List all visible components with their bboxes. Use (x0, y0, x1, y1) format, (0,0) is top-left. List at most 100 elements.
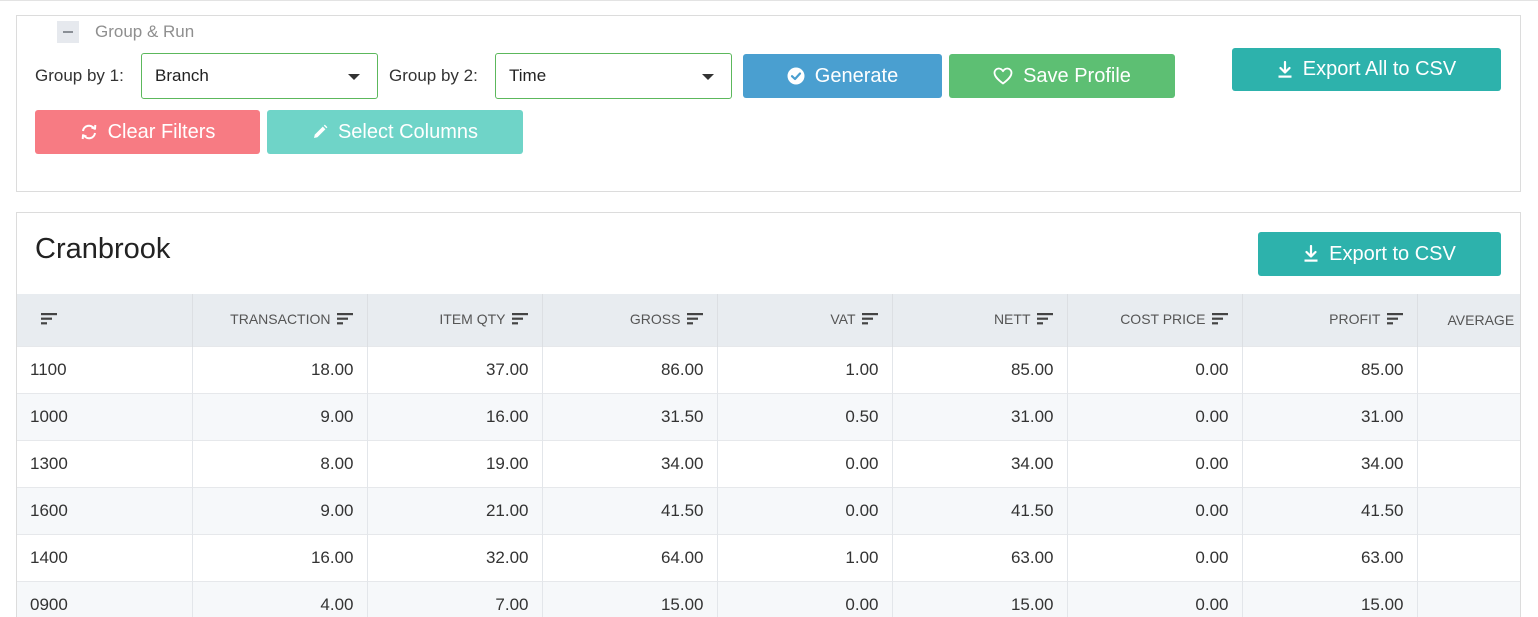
group-run-label: Group & Run (95, 22, 195, 41)
table-row: 1600 9.00 21.00 41.50 0.00 41.50 0.00 41… (17, 486, 1520, 534)
table-cell: 64.00 (542, 533, 718, 581)
sort-icon (861, 312, 878, 328)
table-cell (1417, 345, 1520, 393)
table-cell: 7.00 (367, 580, 543, 617)
table-cell: 0.00 (1067, 439, 1243, 487)
table-row: 1300 8.00 19.00 34.00 0.00 34.00 0.00 34… (17, 439, 1520, 487)
table-cell: 34.00 (892, 439, 1068, 487)
report-title: Cranbrook (35, 233, 171, 265)
table-cell: 1100 (17, 345, 193, 393)
sort-icon (41, 312, 57, 328)
sort-icon (1386, 312, 1403, 328)
table-cell: 0.00 (717, 580, 893, 617)
caret-down-icon (348, 74, 360, 80)
column-header-profit[interactable]: PROFIT (1242, 294, 1418, 346)
table-cell: 16.00 (192, 533, 368, 581)
select-columns-label: Select Columns (337, 120, 479, 143)
column-header-item-qty[interactable]: ITEM QTY (367, 294, 543, 346)
sort-icon (1211, 312, 1228, 328)
table-cell: 0.50 (717, 392, 893, 440)
table-cell (1417, 580, 1520, 617)
check-circle-icon (787, 67, 805, 85)
table-cell: 21.00 (367, 486, 543, 534)
table-cell: 0.00 (1067, 392, 1243, 440)
table-cell: 34.00 (542, 439, 718, 487)
table-cell: 1000 (17, 392, 193, 440)
table-cell: 4.00 (192, 580, 368, 617)
table-cell: 0.00 (1067, 486, 1243, 534)
table-cell: 0.00 (1067, 345, 1243, 393)
sort-icon (511, 312, 528, 328)
export-csv-label: Export to CSV (1329, 242, 1456, 265)
table-cell: 1300 (17, 439, 193, 487)
table-cell: 34.00 (1242, 439, 1418, 487)
refresh-icon (80, 124, 98, 140)
group-by-2-label: Group by 2: (389, 66, 478, 85)
table-cell: 0.00 (1067, 533, 1243, 581)
table-cell: 31.00 (1242, 392, 1418, 440)
table-cell: 63.00 (1242, 533, 1418, 581)
group-run-legend: Group & Run (55, 20, 215, 44)
select-columns-button[interactable]: Select Columns (267, 110, 523, 154)
table-cell: 18.00 (192, 345, 368, 393)
report-table: TRANSACTION ITEM QTY GROSS VAT NETT COST… (17, 294, 1520, 617)
save-profile-button[interactable]: Save Profile (949, 54, 1175, 98)
table-cell: 41.50 (1242, 486, 1418, 534)
column-header-cost-price[interactable]: COST PRICE (1067, 294, 1243, 346)
table-cell: 41.50 (892, 486, 1068, 534)
table-cell: 85.00 (1242, 345, 1418, 393)
table-cell: 16.00 (367, 392, 543, 440)
export-all-label: Export All to CSV (1302, 58, 1457, 80)
table-cell: 0.00 (1067, 580, 1243, 617)
table-cell (1417, 439, 1520, 487)
table-cell (1417, 486, 1520, 534)
table-cell: 32.00 (367, 533, 543, 581)
generate-button[interactable]: Generate (743, 54, 942, 98)
table-cell: 9.00 (192, 392, 368, 440)
table-cell: 63.00 (892, 533, 1068, 581)
table-cell: 1400 (17, 533, 193, 581)
clear-filters-button[interactable]: Clear Filters (35, 110, 260, 154)
report-panel: Cranbrook Export to CSV TRANSACTION ITEM… (16, 212, 1521, 617)
table-cell: 1.00 (717, 345, 893, 393)
sort-icon (686, 312, 703, 328)
pencil-icon (312, 124, 328, 140)
table-row: 1000 9.00 16.00 31.50 0.50 31.00 0.00 31… (17, 392, 1520, 440)
table-cell: 86.00 (542, 345, 718, 393)
export-all-csv-button[interactable]: Export All to CSV (1232, 48, 1501, 91)
table-cell: 15.00 (1242, 580, 1418, 617)
group-by-2-select[interactable]: Time (495, 53, 732, 99)
table-cell: 41.50 (542, 486, 718, 534)
save-profile-label: Save Profile (1023, 64, 1131, 87)
table-cell: 15.00 (542, 580, 718, 617)
table-cell: 37.00 (367, 345, 543, 393)
table-cell: 1.00 (717, 533, 893, 581)
table-row: 1100 18.00 37.00 86.00 1.00 85.00 0.00 8… (17, 345, 1520, 393)
clear-filters-label: Clear Filters (107, 120, 216, 143)
column-header-gross[interactable]: GROSS (542, 294, 718, 346)
export-csv-button[interactable]: Export to CSV (1258, 232, 1501, 276)
group-by-1-label: Group by 1: (35, 66, 124, 85)
heart-icon (993, 67, 1013, 85)
caret-down-icon (702, 74, 714, 80)
column-header-transaction[interactable]: TRANSACTION (192, 294, 368, 346)
group-by-2-value: Time (509, 66, 547, 85)
column-header-average[interactable]: AVERAGE (1417, 294, 1520, 346)
group-by-1-select[interactable]: Branch (141, 53, 378, 99)
column-header-group[interactable] (17, 294, 193, 346)
table-cell: 8.00 (192, 439, 368, 487)
minus-icon[interactable] (57, 21, 79, 43)
table-cell: 0.00 (717, 486, 893, 534)
download-icon (1303, 245, 1319, 263)
table-cell: 9.00 (192, 486, 368, 534)
column-header-nett[interactable]: NETT (892, 294, 1068, 346)
sort-icon (1036, 312, 1053, 328)
table-cell: 19.00 (367, 439, 543, 487)
table-cell (1417, 533, 1520, 581)
group-run-panel: Group & Run (16, 15, 1521, 192)
table-cell: 1600 (17, 486, 193, 534)
column-header-vat[interactable]: VAT (717, 294, 893, 346)
table-cell: 31.00 (892, 392, 1068, 440)
table-row: 1400 16.00 32.00 64.00 1.00 63.00 0.00 6… (17, 533, 1520, 581)
table-cell (1417, 392, 1520, 440)
